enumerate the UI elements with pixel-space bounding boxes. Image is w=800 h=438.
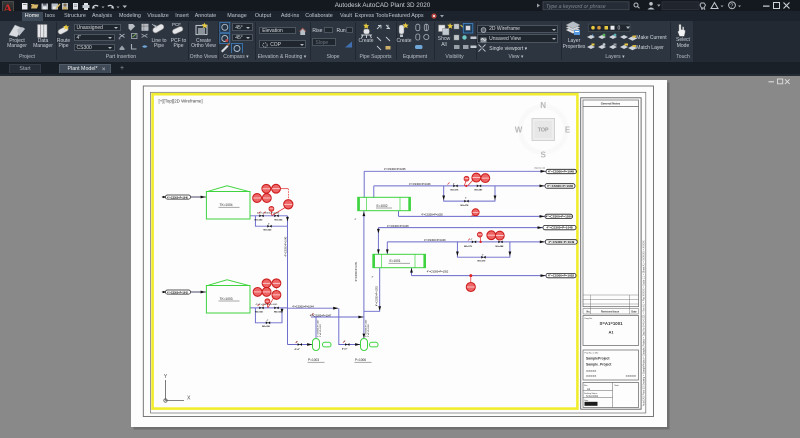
svg-text:NO=150: NO=150 xyxy=(274,311,283,313)
svg-text:3"x2"=P=1006: 3"x2"=P=1006 xyxy=(368,323,370,337)
svg-text:E: E xyxy=(565,126,571,135)
svg-text:Sample_Project: Sample_Project xyxy=(586,363,612,367)
svg-text:4": 4" xyxy=(465,198,467,200)
svg-text:X: X xyxy=(187,395,191,401)
svg-text:E=1001: E=1001 xyxy=(390,259,401,263)
svg-text:NO=178: NO=178 xyxy=(461,205,470,207)
svg-text:[+][Top][2D Wireframe]: [+][Top][2D Wireframe] xyxy=(159,98,203,103)
svg-text:4"x3": 4"x3" xyxy=(342,347,347,350)
svg-text:XXXXX: XXXXX xyxy=(586,374,596,378)
svg-text:XXXXX: XXXXX xyxy=(586,369,596,373)
svg-text:Date: Date xyxy=(631,311,637,314)
svg-text:4"=CS300=P=1042: 4"=CS300=P=1042 xyxy=(167,291,189,294)
svg-text:4"=CS300=P=1046: 4"=CS300=P=1046 xyxy=(547,184,574,188)
svg-text:4": 4" xyxy=(312,313,314,315)
svg-text:4": 4" xyxy=(267,320,269,322)
svg-text:General Notes: General Notes xyxy=(601,102,621,106)
svg-text:4"=CS300=P=1050: 4"=CS300=P=1050 xyxy=(421,214,443,217)
svg-text:No.: No. xyxy=(587,311,591,314)
svg-text:4": 4" xyxy=(296,342,298,344)
svg-text:NO=187: NO=187 xyxy=(475,190,484,192)
svg-text:Rev: Rev xyxy=(584,385,588,387)
svg-text:NO=179: NO=179 xyxy=(478,261,487,263)
svg-text:P=1003: P=1003 xyxy=(308,358,319,362)
svg-text:W: W xyxy=(515,126,523,135)
svg-text:4": 4" xyxy=(471,239,473,241)
svg-text:4"=CS300=P=1050: 4"=CS300=P=1050 xyxy=(546,215,573,219)
svg-text:Date: Date xyxy=(584,399,589,402)
svg-text:4"=CS300=P=1046: 4"=CS300=P=1046 xyxy=(409,183,431,186)
svg-text:Dwg No.: Dwg No. xyxy=(585,318,593,320)
svg-text:4"x3"=CS300=P=1041: 4"x3"=CS300=P=1041 xyxy=(256,304,279,306)
svg-text:4"=CS300=P=1045: 4"=CS300=P=1045 xyxy=(384,168,406,171)
svg-text:S=A1=1001: S=A1=1001 xyxy=(586,395,599,398)
svg-text:4": 4" xyxy=(453,183,455,185)
svg-text:4"=CS300=P=1045: 4"=CS300=P=1045 xyxy=(548,170,575,174)
svg-text:N: N xyxy=(540,101,546,110)
svg-text:NO=150: NO=150 xyxy=(264,230,273,232)
svg-text:NO=150: NO=150 xyxy=(255,311,264,313)
svg-text:TK=1003: TK=1003 xyxy=(220,297,233,301)
svg-text:4"x3": 4"x3" xyxy=(295,348,300,351)
svg-text:Proj No. or title: Proj No. or title xyxy=(585,352,600,355)
svg-text:Y: Y xyxy=(164,374,168,380)
svg-text:NO=150: NO=150 xyxy=(255,220,264,222)
svg-text:P=1006: P=1006 xyxy=(355,358,366,362)
svg-text:NO=150: NO=150 xyxy=(275,220,284,222)
svg-text:SampleProject: SampleProject xyxy=(586,357,610,361)
svg-text:4"=CS300=P=1051: 4"=CS300=P=1051 xyxy=(356,261,358,282)
svg-text:S=A1=1001: S=A1=1001 xyxy=(600,321,624,326)
svg-text:4"=CS300=P=1048: 4"=CS300=P=1048 xyxy=(546,226,573,230)
svg-text:4": 4" xyxy=(344,341,346,343)
svg-text:E=1002: E=1002 xyxy=(377,204,388,208)
svg-text:4"=CS300=P=1040: 4"=CS300=P=1040 xyxy=(167,196,189,199)
svg-text:AutoCAD Plant 3D Drawing = Sam: AutoCAD Plant 3D Drawing = SampleProject… xyxy=(642,240,645,406)
svg-text:4": 4" xyxy=(355,219,357,221)
svg-text:XXXXX: XXXXX xyxy=(626,374,636,378)
svg-text:INCS=10: INCS=10 xyxy=(535,166,546,170)
svg-text:4": 4" xyxy=(482,255,484,257)
svg-text:NO=176: NO=176 xyxy=(451,190,460,192)
svg-text:4"=CS300=P=1052: 4"=CS300=P=1052 xyxy=(427,271,449,274)
svg-text:4": 4" xyxy=(372,277,374,279)
svg-text:4": 4" xyxy=(268,224,270,226)
svg-text:4"=CS300=P=1049: 4"=CS300=P=1049 xyxy=(548,240,575,244)
svg-text:4"=CS300=P=1052: 4"=CS300=P=1052 xyxy=(548,274,575,278)
svg-text:S: S xyxy=(541,151,547,160)
svg-text:4"x3"=CS300=P=1043: 4"x3"=CS300=P=1043 xyxy=(257,213,280,215)
svg-text:4"=CS300=P=1044: 4"=CS300=P=1044 xyxy=(292,305,314,308)
svg-text:Note: Note xyxy=(615,384,620,387)
svg-text:3"x2"=P=1003: 3"x2"=P=1003 xyxy=(320,323,322,337)
svg-text:A1: A1 xyxy=(587,387,591,391)
svg-text:Revisions/Issue: Revisions/Issue xyxy=(601,311,620,314)
svg-text:NO=188: NO=188 xyxy=(496,246,505,248)
svg-text:A1: A1 xyxy=(608,330,614,335)
svg-text:4"=CS300=P=1048: 4"=CS300=P=1048 xyxy=(387,225,409,228)
svg-text:NO=179: NO=179 xyxy=(464,246,473,248)
svg-text:4"=CS300=P=1053: 4"=CS300=P=1053 xyxy=(376,285,378,306)
svg-text:TOP: TOP xyxy=(538,128,549,134)
svg-text:4"=CS300=P=1049: 4"=CS300=P=1049 xyxy=(424,239,446,242)
svg-text:Drafting Status: Drafting Status xyxy=(584,392,597,395)
svg-text:NO=150: NO=150 xyxy=(262,326,271,328)
svg-text:TK=1004: TK=1004 xyxy=(220,203,233,207)
svg-text:4"=CS300=P=1043: 4"=CS300=P=1043 xyxy=(286,236,288,257)
